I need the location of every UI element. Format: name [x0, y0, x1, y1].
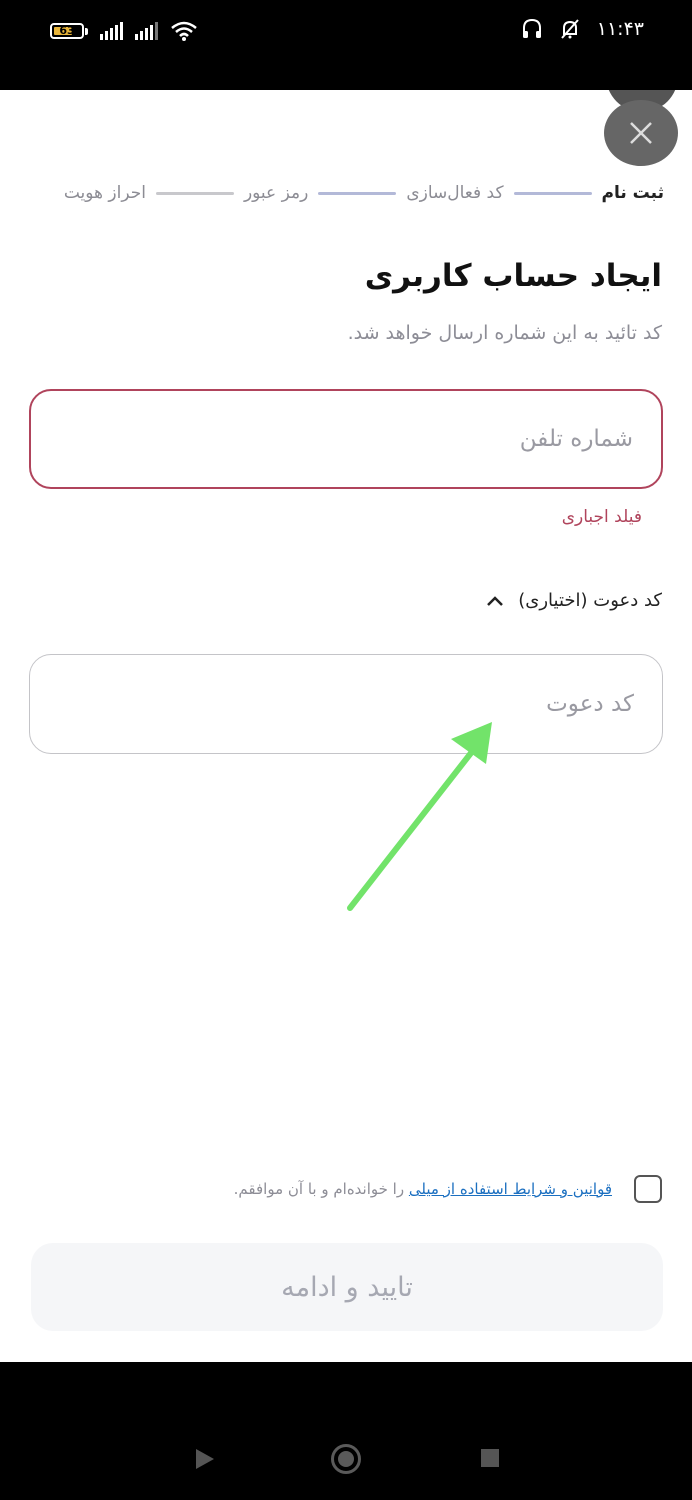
wifi-icon [171, 21, 197, 41]
navigation-bar [0, 1362, 692, 1500]
step-password: رمز عبور [243, 183, 309, 203]
status-bar: 63 ۱۱:۴۳ [0, 0, 692, 90]
clock: ۱۱:۴۳ [596, 18, 644, 40]
status-right-group: ۱۱:۴۳ [521, 18, 644, 40]
signal-icon [100, 22, 123, 40]
step-connector [513, 191, 592, 195]
page-subtitle: کد تائید به این شماره ارسال خواهد شد. [347, 322, 662, 344]
step-identity-verification: احراز هویت [63, 183, 146, 203]
phone-input[interactable] [31, 391, 661, 487]
bell-off-icon [561, 19, 579, 39]
confirm-continue-button[interactable]: تایید و ادامه [31, 1243, 663, 1331]
terms-checkbox[interactable] [634, 1175, 662, 1203]
page-title: ایجاد حساب کاربری [364, 258, 662, 294]
chevron-up-icon [487, 595, 504, 606]
battery-icon: 63 [50, 23, 84, 39]
status-left-group: 63 [50, 20, 198, 42]
invite-code-toggle-label: کد دعوت (اختیاری) [518, 590, 662, 611]
terms-rest-text: را خوانده‌ام و با آن موافقم. [233, 1180, 405, 1198]
phone-error-message: فیلد اجباری [561, 507, 642, 527]
back-icon[interactable] [196, 1449, 214, 1469]
headset-icon [522, 18, 541, 38]
battery-cap [85, 27, 88, 35]
close-icon [630, 122, 652, 144]
terms-link[interactable]: قوانین و شرایط استفاده از میلی [409, 1180, 612, 1198]
phone-field [29, 389, 663, 489]
step-connector [318, 191, 397, 195]
invite-code-input[interactable] [30, 655, 662, 753]
terms-text: قوانین و شرایط استفاده از میلی را خوانده… [234, 1180, 612, 1198]
invite-code-field [29, 654, 663, 754]
step-register: ثبت نام [601, 183, 664, 203]
signal-icon-2 [135, 22, 158, 40]
home-icon[interactable] [331, 1444, 361, 1474]
invite-code-toggle[interactable]: کد دعوت (اختیاری) [486, 590, 662, 611]
step-activation-code: کد فعال‌سازی [406, 183, 504, 203]
battery-level: 63 [59, 24, 75, 37]
recents-icon[interactable] [481, 1449, 499, 1467]
step-connector [155, 191, 234, 195]
registration-stepper: ثبت نام کد فعال‌سازی رمز عبور احراز هویت [64, 183, 664, 203]
terms-row: قوانین و شرایط استفاده از میلی را خوانده… [234, 1175, 662, 1203]
close-button[interactable] [604, 100, 678, 166]
